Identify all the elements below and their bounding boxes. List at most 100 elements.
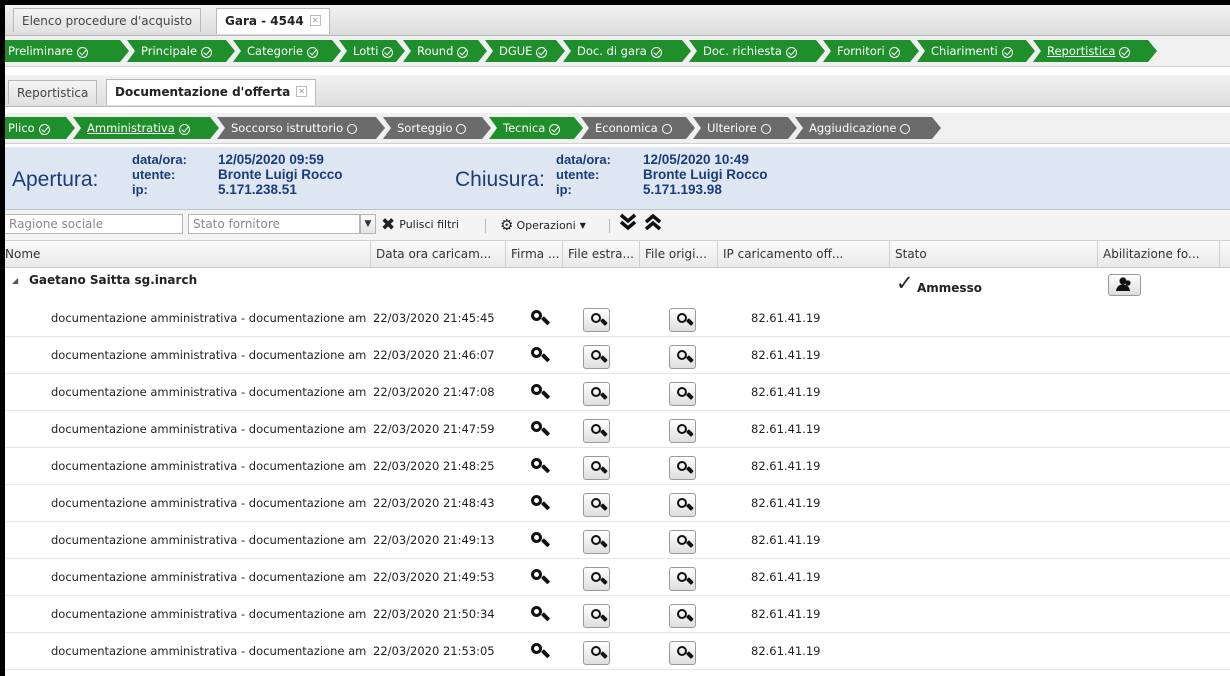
step-soccorso-istruttorio[interactable]: Soccorso istruttorio <box>217 117 385 139</box>
ragione-sociale-input[interactable] <box>5 214 183 234</box>
col-header-firma[interactable]: Firma ... <box>506 241 563 267</box>
col-header-file-originale[interactable]: File origi... <box>640 241 718 267</box>
file-originale-view-button[interactable] <box>669 382 696 406</box>
file-originale-view-button[interactable] <box>669 567 696 591</box>
col-header-stato[interactable]: Stato <box>890 241 1098 267</box>
row-data: 22/03/2020 21:53:05 <box>373 644 495 658</box>
step-principale[interactable]: Principale <box>127 40 235 62</box>
chiusura-dataora: 12/05/2020 10:49 <box>643 152 749 167</box>
operazioni-button[interactable]: ⚙ Operazioni ▼ <box>500 215 586 235</box>
table-row[interactable]: documentazione amministrativa - document… <box>5 411 1230 448</box>
check-circle-icon <box>1002 47 1013 58</box>
col-header-ip[interactable]: IP caricamento off... <box>718 241 890 267</box>
step-dgue[interactable]: DGUE <box>485 40 565 62</box>
table-row[interactable]: documentazione amministrativa - document… <box>5 485 1230 522</box>
file-originale-view-button[interactable] <box>669 345 696 369</box>
toolbar-separator <box>609 219 610 233</box>
file-estratto-view-button[interactable] <box>583 641 610 665</box>
table-row[interactable]: documentazione amministrativa - document… <box>5 337 1230 374</box>
row-data: 22/03/2020 21:48:43 <box>373 496 495 510</box>
file-estratto-view-button[interactable] <box>583 382 610 406</box>
step-tecnica[interactable]: Tecnica <box>489 117 583 139</box>
file-estratto-view-button[interactable] <box>583 530 610 554</box>
table-row[interactable]: documentazione amministrativa - document… <box>5 633 1230 670</box>
collapse-triangle-icon[interactable]: ◢ <box>12 276 18 285</box>
chiusura-dataora-label: data/ora: <box>556 152 611 167</box>
close-icon[interactable]: ✕ <box>309 15 321 26</box>
tab-elenco-procedure[interactable]: Elenco procedure d'acquisto <box>13 8 202 32</box>
collapse-all-button[interactable] <box>644 212 662 232</box>
step-label: Plico <box>8 121 35 135</box>
file-estratto-view-button[interactable] <box>583 456 610 480</box>
expand-all-button[interactable] <box>619 212 637 232</box>
step-doc-di-gara[interactable]: Doc. di gara <box>563 40 691 62</box>
abilitazione-button[interactable] <box>1108 274 1141 296</box>
gear-icon: ⚙ <box>500 216 514 234</box>
apertura-dataora: 12/05/2020 09:59 <box>218 152 324 167</box>
file-originale-view-button[interactable] <box>669 641 696 665</box>
step-preliminare[interactable]: Preliminare <box>5 40 129 62</box>
row-ip: 82.61.41.19 <box>751 607 821 621</box>
step-aggiudicazione[interactable]: Aggiudicazione <box>795 117 941 139</box>
col-header-abilitazione[interactable]: Abilitazione fo... <box>1098 241 1220 267</box>
table-row[interactable]: documentazione amministrativa - document… <box>5 559 1230 596</box>
step-round[interactable]: Round <box>403 40 487 62</box>
step-label: DGUE <box>499 44 533 58</box>
row-nome: documentazione amministrativa - document… <box>51 496 367 510</box>
table-row[interactable]: documentazione amministrativa - document… <box>5 448 1230 485</box>
table-row[interactable]: documentazione amministrativa - document… <box>5 596 1230 633</box>
row-data: 22/03/2020 21:46:07 <box>373 348 495 362</box>
col-header-data[interactable]: Data ora caricam... <box>371 241 506 267</box>
file-estratto-view-button[interactable] <box>583 604 610 628</box>
tab-label: Reportistica <box>17 86 89 100</box>
step-amministrativa[interactable]: Amministrativa <box>73 117 219 139</box>
step-doc-richiesta[interactable]: Doc. richiesta <box>689 40 825 62</box>
step-categorie[interactable]: Categorie <box>233 40 341 62</box>
tab-label: Gara - 4544 <box>225 14 304 28</box>
step-plico[interactable]: Plico <box>5 117 75 139</box>
file-originale-view-button[interactable] <box>669 456 696 480</box>
step-label: Categorie <box>247 44 303 58</box>
pulisci-filtri-label: Pulisci filtri <box>399 218 459 231</box>
user-icon <box>1116 277 1131 291</box>
step-label: Doc. di gara <box>577 44 647 58</box>
row-data: 22/03/2020 21:48:25 <box>373 459 495 473</box>
pulisci-filtri-button[interactable]: ✖ Pulisci filtri <box>381 215 459 235</box>
step-chiarimenti[interactable]: Chiarimenti <box>917 40 1035 62</box>
step-lotti[interactable]: Lotti <box>339 40 405 62</box>
file-estratto-view-button[interactable] <box>583 493 610 517</box>
step-sorteggio[interactable]: Sorteggio <box>383 117 491 139</box>
file-originale-view-button[interactable] <box>669 493 696 517</box>
col-header-nome[interactable]: Nome <box>5 241 371 267</box>
apertura-utente: Bronte Luigi Rocco <box>218 167 343 182</box>
file-originale-view-button[interactable] <box>669 604 696 628</box>
col-header-file-estratto[interactable]: File estra... <box>563 241 640 267</box>
file-estratto-view-button[interactable] <box>583 345 610 369</box>
file-estratto-view-button[interactable] <box>583 567 610 591</box>
chiusura-ip-label: ip: <box>556 182 572 197</box>
close-icon[interactable]: ✕ <box>296 86 308 97</box>
tab-reportistica[interactable]: Reportistica <box>8 80 98 104</box>
tab-documentazione-offerta[interactable]: Documentazione d'offerta ✕ <box>106 79 317 105</box>
supplier-group-row[interactable]: ◢ Gaetano Saitta sg.inarch ✓ Ammesso <box>5 268 1230 302</box>
step-label: Chiarimenti <box>931 44 998 58</box>
file-originale-view-button[interactable] <box>669 308 696 332</box>
file-estratto-view-button[interactable] <box>583 308 610 332</box>
table-row[interactable]: documentazione amministrativa - document… <box>5 300 1230 337</box>
chevron-down-icon[interactable]: ▼ <box>360 214 376 234</box>
row-ip: 82.61.41.19 <box>751 422 821 436</box>
table-row[interactable]: documentazione amministrativa - document… <box>5 522 1230 559</box>
file-originale-view-button[interactable] <box>669 419 696 443</box>
row-data: 22/03/2020 21:45:45 <box>373 311 495 325</box>
step-ulteriore[interactable]: Ulteriore <box>693 117 797 139</box>
stato-fornitore-input[interactable] <box>188 214 360 234</box>
table-row[interactable]: documentazione amministrativa - document… <box>5 374 1230 411</box>
step-economica[interactable]: Economica <box>581 117 695 139</box>
file-originale-view-button[interactable] <box>669 530 696 554</box>
step-reportistica[interactable]: Reportistica <box>1033 40 1157 62</box>
tab-gara[interactable]: Gara - 4544 ✕ <box>216 8 330 34</box>
step-fornitori[interactable]: Fornitori <box>823 40 919 62</box>
row-ip: 82.61.41.19 <box>751 385 821 399</box>
circle-outline-icon <box>456 124 466 134</box>
file-estratto-view-button[interactable] <box>583 419 610 443</box>
